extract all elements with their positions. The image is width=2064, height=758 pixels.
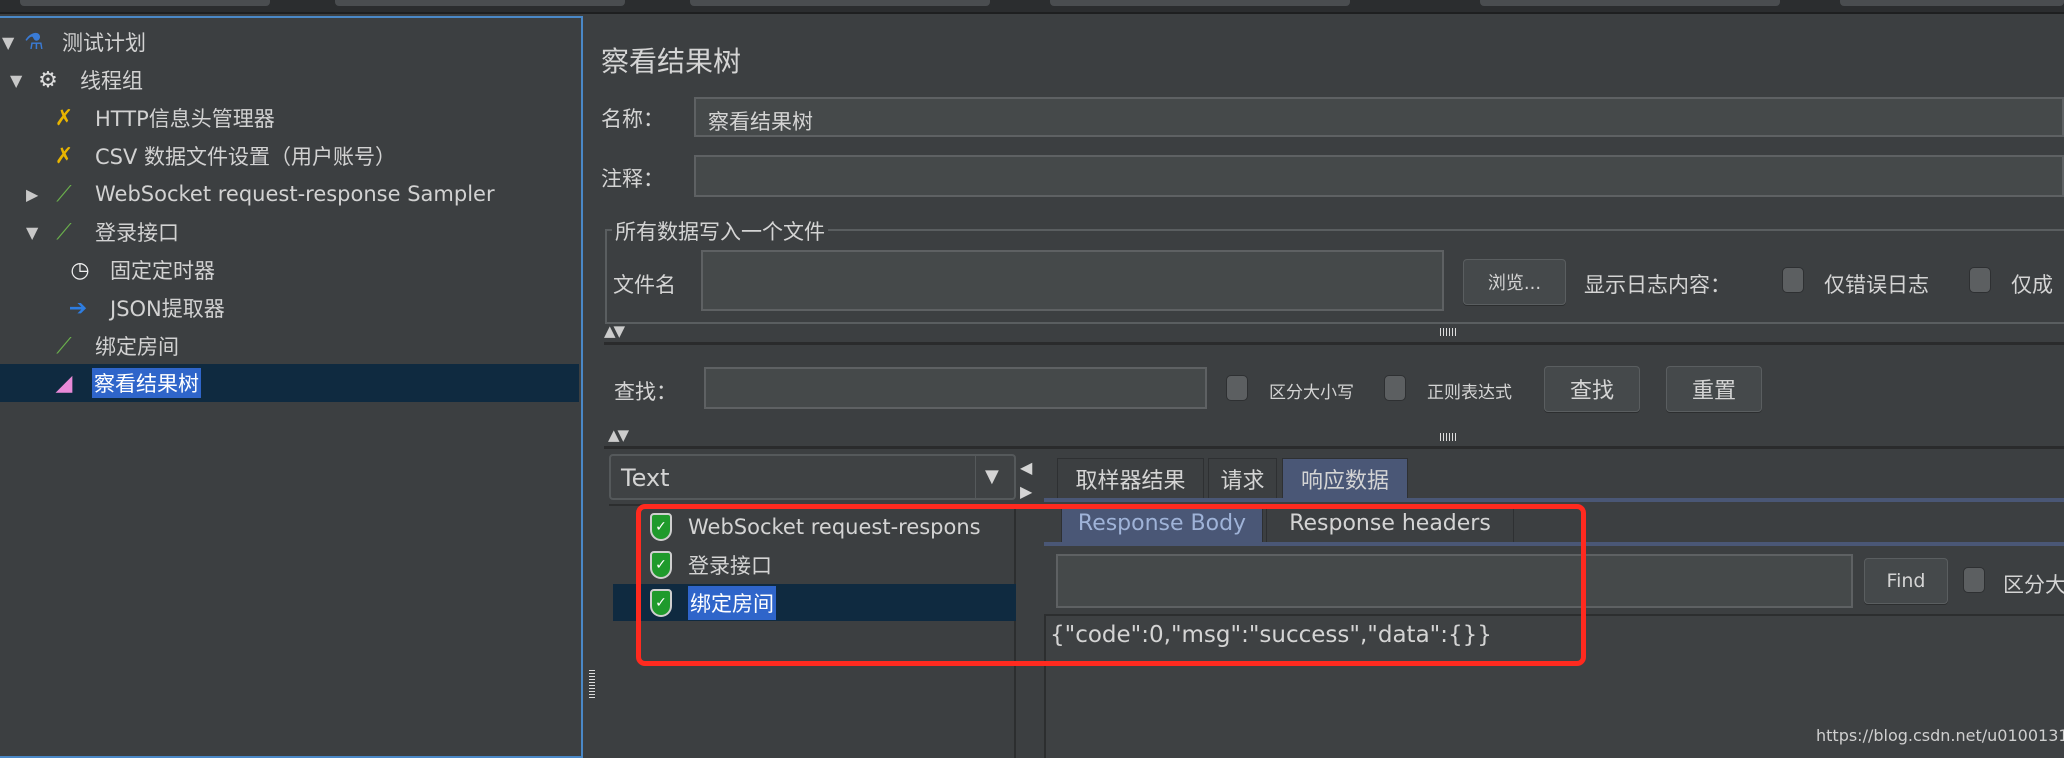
errors-only-label: 仅错误日志 [1824, 273, 1929, 297]
log-display-label: 显示日志内容： [1584, 273, 1731, 297]
splitter-handle[interactable] [1440, 328, 1458, 336]
renderer-select[interactable]: Text ▼ [609, 454, 1016, 500]
split-left-right-icon[interactable]: ◀ ▶ [1020, 456, 1032, 504]
reset-button[interactable]: 重置 [1666, 366, 1762, 412]
clock-icon: ◷ [70, 257, 90, 283]
errors-only-checkbox[interactable] [1782, 267, 1804, 293]
comment-input[interactable] [694, 155, 2064, 197]
tree-item-json-extractor[interactable]: ➔ JSON提取器 [0, 289, 579, 327]
name-input[interactable]: 察看结果树 [694, 97, 2064, 137]
expand-arrow-icon[interactable]: ▼ [10, 71, 22, 90]
search-label: 查找： [614, 380, 677, 404]
collapsed-arrow-icon[interactable]: ▶ [26, 185, 38, 204]
divider [604, 446, 2064, 449]
response-case-label: 区分大 [2003, 573, 2064, 597]
filename-input[interactable] [701, 250, 1444, 311]
vertical-splitter-handle[interactable] [589, 670, 595, 698]
flask-icon: ⚗ [24, 29, 44, 55]
wrench-icon: ✗ [54, 105, 74, 131]
expand-arrow-icon[interactable]: ▼ [26, 223, 38, 242]
split-up-down-icon[interactable]: ▲▼ [608, 426, 629, 444]
case-sensitive-label: 区分大小写 [1269, 383, 1354, 403]
tree-item-login[interactable]: ▼ ⟋ 登录接口 [0, 213, 579, 251]
split-up-down-icon[interactable]: ▲▼ [604, 322, 625, 340]
divider [604, 342, 2064, 345]
annotation-highlight-box [636, 504, 1586, 666]
chart-icon: ◢ [55, 370, 73, 396]
filename-label: 文件名 [613, 273, 676, 297]
tree-item-bind-room[interactable]: ⟋ 绑定房间 [0, 327, 579, 365]
regex-label: 正则表达式 [1427, 383, 1512, 403]
file-group-label: 所有数据写入一个文件 [612, 216, 828, 246]
pipette-icon: ⟋ [56, 219, 72, 245]
tab-response-data[interactable]: 响应数据 [1282, 458, 1408, 498]
splitter-handle[interactable] [1440, 433, 1458, 441]
document-arrow-icon: ➔ [68, 295, 88, 321]
tree-item-websocket-sampler[interactable]: ▶ ⟋ WebSocket request-response Sampler [0, 175, 579, 213]
comment-label: 注释： [601, 167, 664, 191]
response-case-checkbox[interactable] [1963, 567, 1985, 593]
expand-arrow-icon[interactable]: ▼ [2, 33, 14, 52]
wrench-icon: ✗ [54, 143, 74, 169]
test-plan-tree: ▼ ⚗ 测试计划 ▼ ⚙ 线程组 ✗ HTTP信息头管理器 ✗ CSV 数据文件… [0, 16, 583, 758]
find-button[interactable]: 查找 [1544, 366, 1640, 412]
pipette-icon: ⟋ [56, 333, 72, 359]
top-toolbar [0, 0, 2064, 14]
success-only-checkbox[interactable] [1969, 267, 1991, 293]
success-only-label: 仅成 [2011, 273, 2053, 297]
gear-icon: ⚙ [38, 67, 58, 93]
regex-checkbox[interactable] [1384, 375, 1406, 401]
response-find-button[interactable]: Find [1864, 558, 1948, 604]
tree-item-http-header-manager[interactable]: ✗ HTTP信息头管理器 [0, 99, 579, 137]
tree-item-test-plan[interactable]: ▼ ⚗ 测试计划 [0, 23, 579, 61]
case-sensitive-checkbox[interactable] [1226, 375, 1248, 401]
chevron-down-icon: ▼ [985, 466, 999, 487]
name-label: 名称： [601, 107, 664, 131]
tree-item-csv-data-set[interactable]: ✗ CSV 数据文件设置（用户账号） [0, 137, 579, 175]
tab-request[interactable]: 请求 [1208, 458, 1277, 498]
browse-button[interactable]: 浏览... [1463, 259, 1566, 305]
tree-item-view-results-tree[interactable]: ◢ 察看结果树 [0, 364, 579, 402]
tree-item-thread-group[interactable]: ▼ ⚙ 线程组 [0, 61, 579, 99]
tree-item-constant-timer[interactable]: ◷ 固定定时器 [0, 251, 579, 289]
tab-underline [1044, 498, 2064, 502]
tab-sampler-result[interactable]: 取样器结果 [1057, 458, 1204, 498]
pipette-icon: ⟋ [56, 181, 72, 207]
search-input[interactable] [704, 367, 1207, 409]
page-title: 察看结果树 [601, 45, 742, 78]
watermark: https://blog.csdn.net/u010013191 [1816, 726, 2064, 745]
